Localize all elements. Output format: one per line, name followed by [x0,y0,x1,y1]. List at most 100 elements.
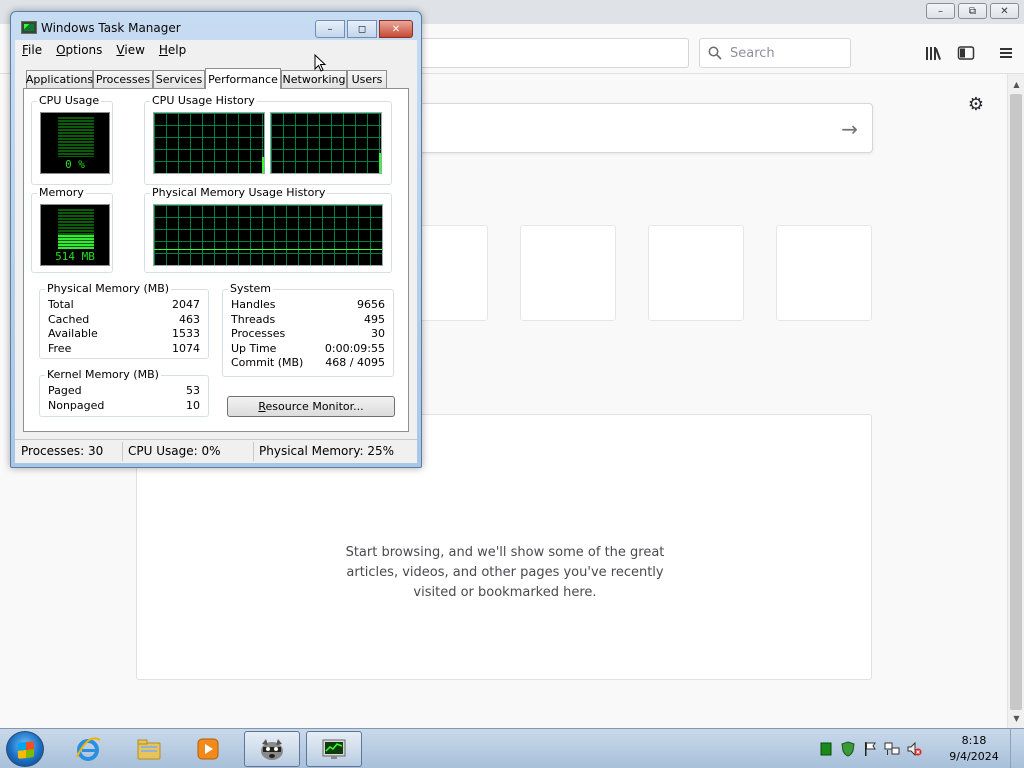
performance-panel: CPU Usage 0 % CPU Usage History Memory 5… [23,88,409,432]
status-separator [122,442,123,461]
stat-row: Up Time 0:00:09:55 [231,342,385,355]
task-manager-window: Windows Task Manager – ◻ ✕ File Options … [10,11,422,468]
clock-time: 8:18 [961,734,987,747]
maximize-button[interactable]: ◻ [347,20,377,38]
kernel-memory-label: Kernel Memory (MB) [45,368,161,381]
tab-networking[interactable]: Networking [281,70,347,88]
vertical-scrollbar[interactable]: ▲ ▼ [1007,74,1024,728]
browser-close-button[interactable]: ✕ [990,3,1019,19]
stat-row: Paged 53 [48,384,200,397]
stat-row: Handles 9656 [231,298,385,311]
task-manager-titlebar[interactable]: Windows Task Manager – ◻ ✕ [11,12,421,40]
window-title: Windows Task Manager [41,21,181,35]
url-bar[interactable] [405,38,689,68]
browser-restore-button[interactable]: ⧉ [958,3,987,19]
tab-performance[interactable]: Performance [205,68,281,89]
close-icon: ✕ [1000,5,1009,17]
gear-icon[interactable]: ⚙ [966,94,986,115]
show-desktop-button[interactable] [1010,729,1024,768]
arrow-right-icon[interactable]: → [841,117,858,141]
memory-history-line [154,249,382,250]
top-site-tile[interactable] [648,225,744,321]
search-placeholder: Search [730,45,775,61]
stat-row: Total 2047 [48,298,200,311]
memory-group: Memory 514 MB [31,186,113,273]
status-physical-memory: Physical Memory: 25% [259,444,395,458]
kernel-memory-group: Kernel Memory (MB) Paged 53 Nonpaged 10 [39,368,209,417]
menu-file[interactable]: File [15,43,49,57]
cpu-usage-label: CPU Usage [37,94,102,107]
stat-row: Nonpaged 10 [48,399,200,412]
taskbar: 8:18 9/4/2024 [0,728,1024,768]
scroll-down-icon[interactable]: ▼ [1008,710,1024,726]
cpu-history-group: CPU Usage History [144,94,392,185]
scrollbar-thumb[interactable] [1010,94,1022,710]
internet-explorer-icon [76,737,101,761]
minimize-icon: – [938,5,943,17]
minimize-icon: – [327,23,333,35]
task-manager-icon [322,739,346,759]
volume-muted-icon[interactable] [906,741,922,757]
cpu-history-graph-core1 [153,112,265,174]
cpu-history-spike [379,153,381,173]
cpu-history-graph-core2 [270,112,382,174]
memory-value: 514 MB [55,250,95,263]
menu-options[interactable]: Options [49,43,109,57]
newtab-search-box[interactable]: → [405,103,873,153]
taskbar-media-player[interactable] [180,731,236,767]
media-player-icon [197,738,219,760]
physical-memory-label: Physical Memory (MB) [45,282,172,295]
menu-help[interactable]: Help [152,43,193,57]
system-tray [818,737,922,761]
menu-view[interactable]: View [109,43,151,57]
hamburger-menu-icon[interactable] [996,44,1016,62]
resource-monitor-button[interactable]: Resource Monitor... [227,396,395,417]
cpu-history-spike [262,157,264,173]
folder-icon [137,739,161,760]
system-label: System [228,282,274,295]
status-processes: Processes: 30 [21,444,104,458]
cpu-usage-value: 0 % [65,158,85,171]
taskbar-firefox[interactable] [244,731,300,767]
browser-minimize-button[interactable]: – [926,3,955,19]
taskbar-file-explorer[interactable] [121,731,177,767]
library-icon[interactable] [924,44,944,62]
scroll-up-icon[interactable]: ▲ [1008,76,1024,92]
status-cpu-usage: CPU Usage: 0% [128,444,221,458]
stat-row: Free 1074 [48,342,200,355]
sidebar-icon[interactable] [956,44,976,62]
clock[interactable]: 8:18 9/4/2024 [944,733,1004,765]
tab-applications[interactable]: Applications [26,70,93,88]
physical-memory-group: Physical Memory (MB) Total 2047 Cached 463… [39,282,209,359]
raccoon-app-icon [261,739,283,760]
memory-meter-fill [58,235,94,249]
system-group: System Handles 9656 Threads 495 Processes 3… [222,282,394,377]
minimize-button[interactable]: – [315,20,345,38]
top-site-tile[interactable] [520,225,616,321]
close-button[interactable]: ✕ [379,20,413,38]
action-center-flag-icon[interactable] [862,741,878,757]
browser-search-input[interactable]: Search [699,38,851,68]
tab-services[interactable]: Services [153,70,205,88]
cpu-history-label: CPU Usage History [150,94,257,107]
memory-history-group: Physical Memory Usage History [144,186,392,273]
clock-date: 9/4/2024 [949,750,999,763]
tab-processes[interactable]: Processes [93,70,153,88]
mouse-cursor-icon [314,54,326,72]
taskbar-internet-explorer[interactable] [60,731,116,767]
memory-meter: 514 MB [40,204,110,266]
security-shield-icon[interactable] [840,741,856,757]
top-site-tile[interactable] [776,225,872,321]
stat-row: Processes 30 [231,327,385,340]
status-separator [253,442,254,461]
network-icon[interactable] [884,741,900,757]
tray-app-icon[interactable] [818,741,834,757]
taskbar-task-manager[interactable] [306,731,362,767]
memory-label: Memory [37,186,86,199]
maximize-icon: ◻ [357,23,367,35]
stat-row: Available 1533 [48,327,200,340]
tab-users[interactable]: Users [347,70,387,88]
start-button[interactable] [6,731,44,767]
task-manager-icon [21,21,37,34]
task-manager-body: Applications Processes Services Performa… [15,60,417,463]
